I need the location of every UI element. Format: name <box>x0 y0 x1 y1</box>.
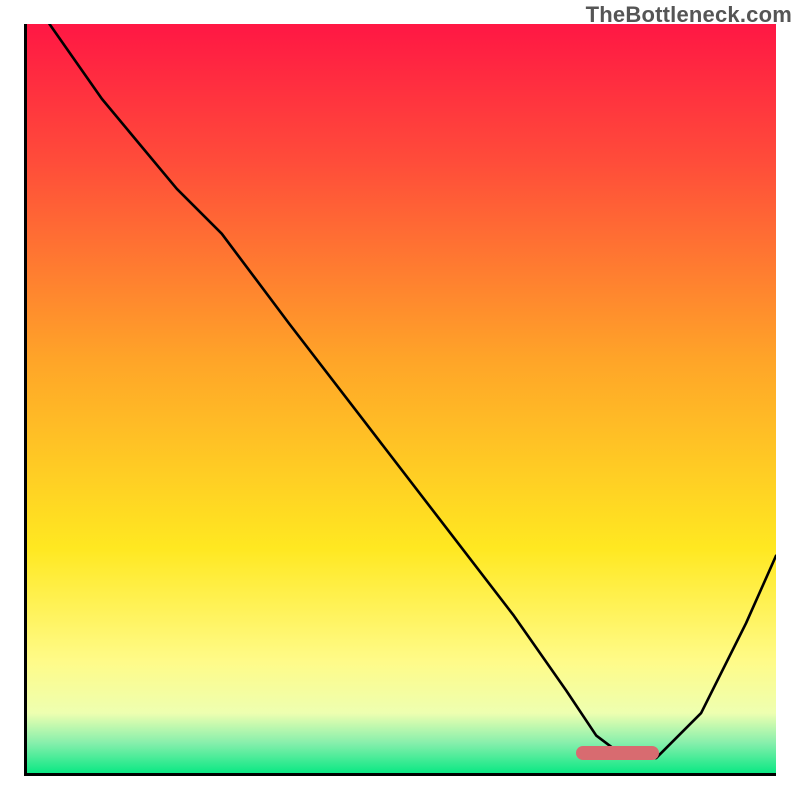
watermark-text: TheBottleneck.com <box>586 2 792 28</box>
curve-line <box>27 24 776 773</box>
chart-frame: TheBottleneck.com <box>0 0 800 800</box>
plot-area <box>24 24 776 776</box>
optimal-marker <box>576 746 659 760</box>
